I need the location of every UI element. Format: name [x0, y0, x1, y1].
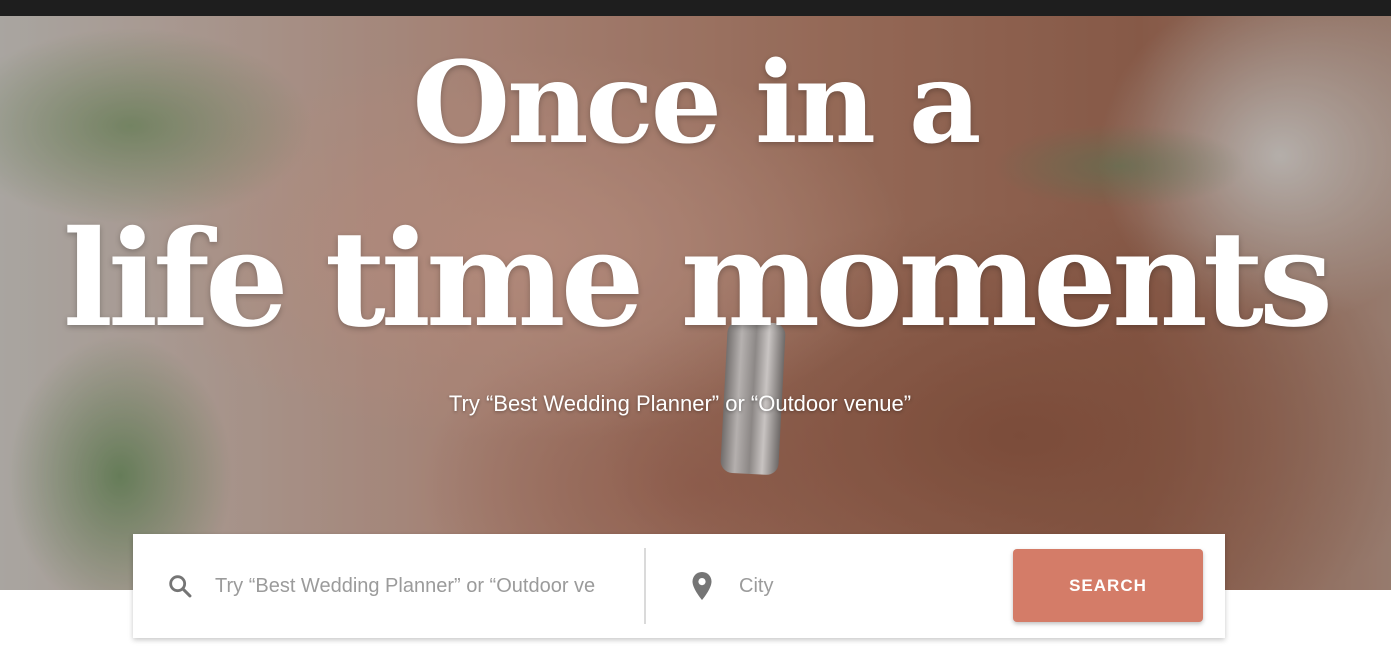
- location-pin-icon: [691, 571, 713, 601]
- top-bar: [0, 0, 1391, 16]
- search-divider: [644, 548, 646, 624]
- search-icon: [166, 572, 194, 600]
- search-input[interactable]: [215, 568, 595, 604]
- hero-tagline: Try “Best Wedding Planner” or “Outdoor v…: [448, 391, 912, 416]
- hero-headline-line-2: life time moments: [62, 202, 1333, 357]
- hero-banner: Once in a life time moments Try “Best We…: [0, 16, 1391, 590]
- search-bar: SEARCH: [133, 534, 1225, 638]
- search-button[interactable]: SEARCH: [1013, 549, 1203, 622]
- city-input[interactable]: [739, 568, 989, 604]
- hero-headline-line-1: Once in a: [412, 38, 982, 169]
